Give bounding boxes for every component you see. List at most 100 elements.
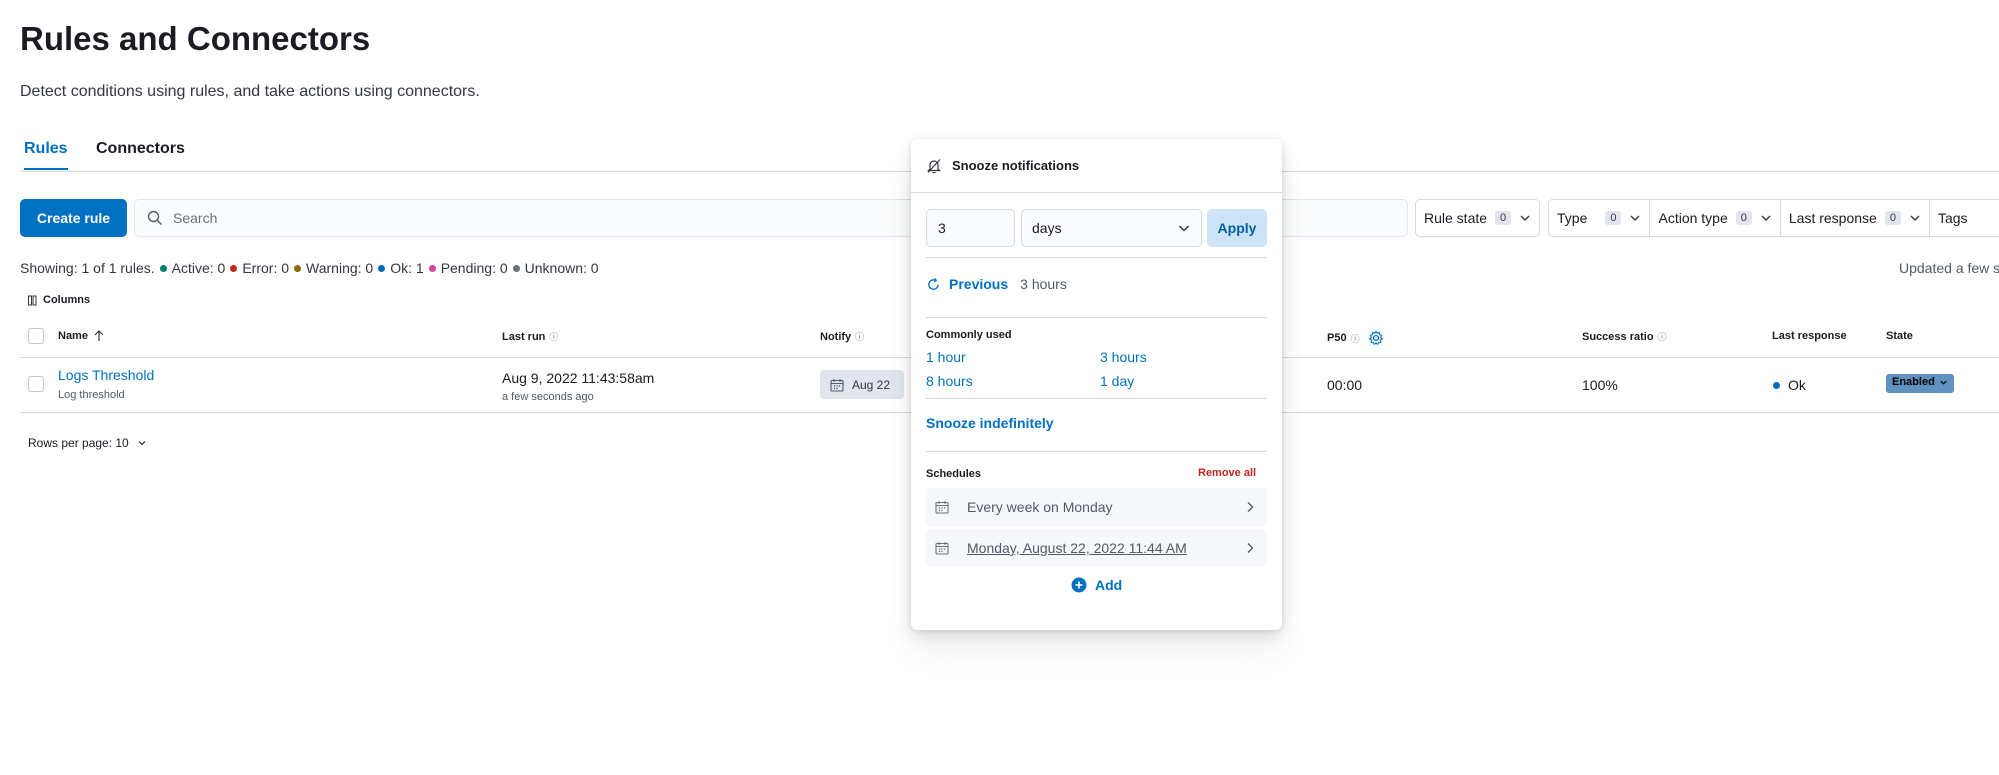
ok-count: Ok: 1 bbox=[390, 260, 424, 276]
snooze-popover: Snooze notifications days Apply Previous… bbox=[911, 139, 1282, 630]
refresh-icon bbox=[928, 277, 939, 290]
snooze-unit-select[interactable]: days bbox=[1021, 209, 1202, 247]
rule-name-link[interactable]: Logs Threshold bbox=[58, 367, 154, 383]
columns-button[interactable]: Columns bbox=[28, 294, 90, 306]
header-last-run-label: Last run bbox=[502, 330, 546, 343]
chevron-right-icon bbox=[1247, 543, 1254, 553]
action-type-label: Action type bbox=[1658, 210, 1728, 226]
rule-state-label: Rule state bbox=[1424, 210, 1488, 226]
warning-count: Warning: 0 bbox=[306, 260, 374, 276]
header-success-ratio[interactable]: Success ratio ⓘ bbox=[1582, 330, 1667, 343]
rows-per-page-button[interactable]: Rows per page: 10 bbox=[28, 436, 147, 450]
calendar-icon bbox=[830, 378, 844, 392]
schedule-item[interactable]: Monday, August 22, 2022 11:44 AM bbox=[926, 529, 1267, 567]
last-run-date: Aug 9, 2022 11:43:58am bbox=[502, 370, 655, 386]
rule-status-summary: Showing: 1 of 1 rules. Active: 0 Error: … bbox=[20, 260, 599, 276]
type-filter[interactable]: Type 0 bbox=[1549, 200, 1651, 236]
rule-state-filter-group: Rule state 0 bbox=[1415, 199, 1541, 237]
chevron-down-icon bbox=[1630, 215, 1640, 221]
row-checkbox[interactable] bbox=[28, 376, 44, 392]
previous-snooze-link[interactable]: Previous bbox=[949, 276, 1008, 292]
header-name-label: Name bbox=[58, 330, 88, 342]
error-count: Error: 0 bbox=[242, 260, 290, 276]
rule-type: Log threshold bbox=[58, 389, 125, 401]
notify-snooze-badge[interactable]: Aug 22 bbox=[820, 370, 904, 399]
tags-label: Tags bbox=[1937, 210, 1968, 226]
quick-1-hour[interactable]: 1 hour bbox=[926, 349, 966, 365]
columns-label: Columns bbox=[43, 294, 91, 306]
chevron-right-icon bbox=[1247, 502, 1254, 512]
create-rule-button[interactable]: Create rule bbox=[20, 199, 127, 237]
info-icon: ⓘ bbox=[1657, 332, 1667, 342]
type-count: 0 bbox=[1605, 211, 1622, 225]
select-all-checkbox[interactable] bbox=[28, 328, 44, 344]
header-last-response[interactable]: Last response bbox=[1772, 330, 1847, 342]
header-state[interactable]: State bbox=[1886, 330, 1913, 342]
header-p50[interactable]: P50 ⓘ bbox=[1327, 330, 1384, 346]
rows-per-page-label: Rows per page: 10 bbox=[28, 436, 129, 450]
bell-slash-icon bbox=[927, 158, 941, 173]
snooze-amount-input[interactable] bbox=[926, 209, 1015, 247]
snooze-header: Snooze notifications bbox=[911, 139, 1282, 193]
quick-3-hours[interactable]: 3 hours bbox=[1100, 349, 1147, 365]
unknown-count: Unknown: 0 bbox=[524, 260, 599, 276]
page-title: Rules and Connectors bbox=[20, 20, 371, 57]
gear-icon[interactable] bbox=[1368, 330, 1384, 346]
info-icon: ⓘ bbox=[1350, 333, 1360, 344]
snooze-indefinitely-link[interactable]: Snooze indefinitely bbox=[926, 415, 1054, 431]
chevron-down-icon bbox=[1520, 215, 1530, 221]
add-label: Add bbox=[1095, 577, 1123, 593]
unknown-dot bbox=[512, 264, 520, 272]
plus-circle-icon bbox=[1071, 577, 1087, 593]
search-icon bbox=[147, 210, 162, 225]
tab-rules[interactable]: Rules bbox=[24, 140, 68, 170]
schedule-text: Every week on Monday bbox=[967, 499, 1113, 515]
header-last-run[interactable]: Last run ⓘ bbox=[502, 330, 558, 343]
showing-count: Showing: 1 of 1 rules. bbox=[20, 260, 155, 276]
divider bbox=[926, 398, 1267, 399]
header-name[interactable]: Name bbox=[58, 330, 104, 342]
chevron-down-icon bbox=[1178, 225, 1190, 232]
rule-state-count: 0 bbox=[1495, 211, 1512, 225]
tags-filter[interactable]: Tags bbox=[1930, 200, 1976, 236]
updated-text: Updated a few s bbox=[1899, 260, 1999, 276]
columns-icon bbox=[28, 295, 37, 305]
divider bbox=[926, 451, 1267, 452]
schedule-item[interactable]: Every week on Monday bbox=[926, 488, 1267, 526]
chevron-down-icon bbox=[1910, 215, 1920, 221]
header-p50-label: P50 bbox=[1327, 332, 1347, 344]
last-response-label: Last response bbox=[1788, 210, 1877, 226]
last-run-relative: a few seconds ago bbox=[502, 391, 594, 403]
page-subtitle: Detect conditions using rules, and take … bbox=[20, 83, 480, 100]
remove-all-link[interactable]: Remove all bbox=[1198, 467, 1256, 479]
status-dot bbox=[1773, 381, 1780, 389]
state-dropdown[interactable]: Enabled bbox=[1886, 374, 1954, 393]
last-response-status: Ok bbox=[1773, 377, 1806, 393]
header-notify[interactable]: Notify ⓘ bbox=[820, 330, 864, 343]
notify-date: Aug 22 bbox=[852, 377, 891, 392]
schedule-text: Monday, August 22, 2022 11:44 AM bbox=[967, 540, 1187, 556]
chevron-down-icon bbox=[138, 441, 146, 446]
quick-8-hours[interactable]: 8 hours bbox=[926, 373, 973, 389]
calendar-icon bbox=[935, 501, 949, 514]
previous-snooze-value: 3 hours bbox=[1020, 276, 1067, 292]
filters-group: Type 0 Action type 0 Last response 0 Tag… bbox=[1548, 199, 1999, 237]
action-type-filter[interactable]: Action type 0 bbox=[1650, 200, 1781, 236]
add-schedule-button[interactable]: Add bbox=[1071, 577, 1122, 593]
state-value: Enabled bbox=[1892, 376, 1935, 388]
header-notify-label: Notify bbox=[820, 330, 852, 343]
rule-state-filter[interactable]: Rule state 0 bbox=[1416, 200, 1539, 236]
tab-connectors[interactable]: Connectors bbox=[96, 140, 185, 168]
snooze-title: Snooze notifications bbox=[952, 158, 1080, 173]
quick-1-day[interactable]: 1 day bbox=[1100, 373, 1134, 389]
active-dot bbox=[159, 264, 167, 272]
header-success-ratio-label: Success ratio bbox=[1582, 330, 1654, 343]
info-icon: ⓘ bbox=[855, 332, 865, 342]
schedules-title: Schedules bbox=[926, 468, 982, 480]
info-icon: ⓘ bbox=[549, 332, 559, 342]
warning-dot bbox=[294, 264, 302, 272]
action-type-count: 0 bbox=[1735, 211, 1752, 225]
chevron-down-icon bbox=[1761, 215, 1771, 221]
apply-button[interactable]: Apply bbox=[1207, 209, 1267, 247]
last-response-filter[interactable]: Last response 0 bbox=[1781, 200, 1930, 236]
